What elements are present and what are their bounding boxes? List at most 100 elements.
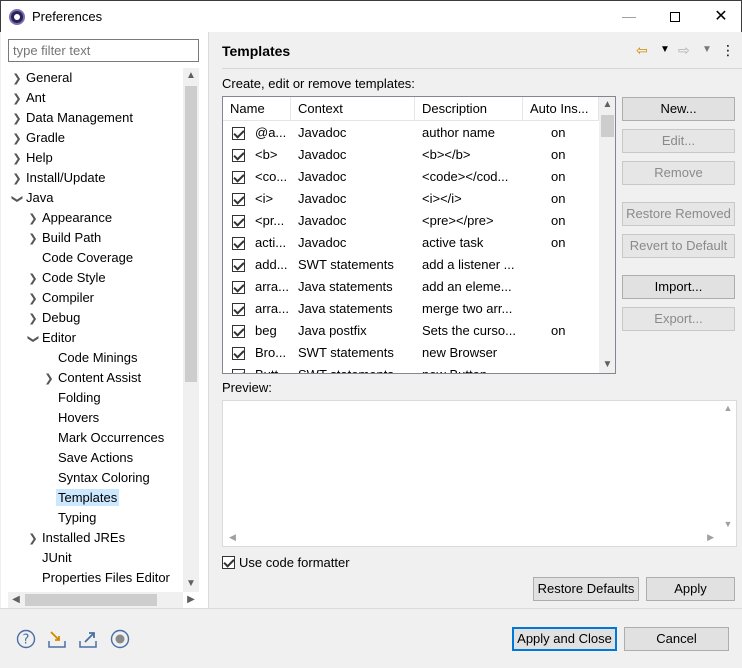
- tree-item[interactable]: ❯ Ant: [10, 88, 48, 108]
- tree-item[interactable]: Properties Files Editor: [26, 568, 172, 588]
- table-row[interactable]: beg Java postfix Sets the curso... on: [223, 320, 599, 342]
- record-icon[interactable]: [110, 629, 130, 649]
- chevron-right-icon[interactable]: ❯: [26, 529, 40, 549]
- chevron-down-icon[interactable]: ❯: [23, 332, 43, 346]
- import-button[interactable]: Import...: [622, 275, 735, 299]
- filter-input[interactable]: [8, 39, 199, 62]
- table-row[interactable]: Bro... SWT statements new Browser: [223, 342, 599, 364]
- chevron-right-icon[interactable]: ❯: [26, 229, 40, 249]
- column-name[interactable]: Name: [223, 97, 291, 121]
- tree-item[interactable]: ❯ Content Assist: [42, 368, 143, 388]
- tree-item[interactable]: Typing: [42, 508, 98, 528]
- cancel-button[interactable]: Cancel: [624, 627, 729, 651]
- checkbox-checked-icon[interactable]: [232, 237, 245, 250]
- scroll-up-arrow-icon[interactable]: ▲: [183, 68, 199, 84]
- checkbox-checked-icon[interactable]: [232, 127, 245, 140]
- scroll-left-arrow-icon[interactable]: ◀: [8, 592, 24, 608]
- scroll-up-arrow-icon[interactable]: ▲: [720, 403, 736, 413]
- table-vertical-scrollbar[interactable]: ▲ ▼: [599, 97, 615, 373]
- chevron-right-icon[interactable]: ❯: [26, 209, 40, 229]
- edit-template-button[interactable]: Edit...: [622, 129, 735, 153]
- table-row[interactable]: add... SWT statements add a listener ...: [223, 254, 599, 276]
- checkbox-checked-icon[interactable]: [232, 347, 245, 360]
- new-template-button[interactable]: New...: [622, 97, 735, 121]
- chevron-right-icon[interactable]: ❯: [10, 109, 24, 129]
- preview-vertical-scrollbar[interactable]: ▲ ▼: [720, 401, 736, 531]
- column-description[interactable]: Description: [415, 97, 523, 121]
- table-row[interactable]: <co... Javadoc <code></cod... on: [223, 166, 599, 188]
- tree-item[interactable]: Code Minings: [42, 348, 140, 368]
- export-icon[interactable]: [78, 629, 98, 649]
- table-row[interactable]: acti... Javadoc active task on: [223, 232, 599, 254]
- panel-divider[interactable]: [208, 32, 209, 608]
- table-row[interactable]: <pr... Javadoc <pre></pre> on: [223, 210, 599, 232]
- chevron-down-icon[interactable]: ❯: [8, 192, 27, 206]
- chevron-right-icon[interactable]: ❯: [10, 69, 24, 89]
- column-context[interactable]: Context: [291, 97, 415, 121]
- table-row[interactable]: arra... Java statements add an eleme...: [223, 276, 599, 298]
- tree-item[interactable]: ❯ Help: [10, 148, 55, 168]
- tree-item[interactable]: ❯ Debug: [26, 308, 82, 328]
- apply-button[interactable]: Apply: [646, 577, 735, 601]
- chevron-right-icon[interactable]: ❯: [26, 309, 40, 329]
- chevron-right-icon[interactable]: ❯: [10, 169, 24, 189]
- scroll-up-arrow-icon[interactable]: ▲: [599, 97, 615, 113]
- restore-defaults-button[interactable]: Restore Defaults: [533, 577, 639, 601]
- column-auto-insert[interactable]: Auto Ins...: [523, 97, 599, 121]
- chevron-right-icon[interactable]: ❯: [10, 89, 24, 109]
- chevron-right-icon[interactable]: ❯: [42, 369, 56, 389]
- tree-item[interactable]: ❯ Installed JREs: [26, 528, 127, 548]
- checkbox-checked-icon[interactable]: [232, 281, 245, 294]
- chevron-right-icon[interactable]: ❯: [26, 289, 40, 309]
- tree-item[interactable]: ❯ Install/Update: [10, 168, 108, 188]
- tree-item[interactable]: Save Actions: [42, 448, 135, 468]
- scroll-right-arrow-icon[interactable]: ▶: [183, 592, 199, 608]
- tree-item[interactable]: Code Coverage: [26, 248, 135, 268]
- maximize-button[interactable]: [652, 1, 698, 32]
- chevron-right-icon[interactable]: ❯: [10, 129, 24, 149]
- checkbox-checked-icon[interactable]: [232, 303, 245, 316]
- forward-dropdown-icon[interactable]: ▼: [702, 44, 712, 55]
- minimize-button[interactable]: —: [606, 1, 652, 32]
- tree-horizontal-scrollbar[interactable]: ◀ ▶: [8, 592, 195, 608]
- back-arrow-icon[interactable]: ⇦: [636, 42, 648, 59]
- forward-arrow-icon[interactable]: ⇨: [678, 42, 690, 59]
- tree-item[interactable]: Folding: [42, 388, 103, 408]
- scroll-thumb[interactable]: [601, 115, 614, 137]
- table-row[interactable]: <b> Javadoc <b></b> on: [223, 144, 599, 166]
- tree-item[interactable]: ❯ Editor: [26, 328, 78, 348]
- back-dropdown-icon[interactable]: ▼: [660, 44, 670, 55]
- table-row[interactable]: Butt...SWT statementsnew Button: [223, 364, 599, 373]
- checkbox-checked-icon[interactable]: [232, 171, 245, 184]
- checkbox-checked-icon[interactable]: [232, 369, 245, 373]
- tree-item[interactable]: Mark Occurrences: [42, 428, 166, 448]
- more-options-icon[interactable]: ⋮: [721, 42, 735, 59]
- scroll-down-arrow-icon[interactable]: ▼: [720, 519, 736, 529]
- scroll-right-arrow-icon[interactable]: ▶: [707, 532, 714, 543]
- tree-item[interactable]: ❯ Data Management: [10, 108, 135, 128]
- tree-item[interactable]: ❯ Java: [10, 188, 55, 208]
- scroll-thumb[interactable]: [185, 86, 197, 382]
- checkbox-checked-icon[interactable]: [232, 259, 245, 272]
- revert-to-default-button[interactable]: Revert to Default: [622, 234, 735, 258]
- tree-item[interactable]: Hovers: [42, 408, 101, 428]
- chevron-right-icon[interactable]: ❯: [26, 269, 40, 289]
- checkbox-checked-icon[interactable]: [232, 325, 245, 338]
- tree-item[interactable]: Syntax Coloring: [42, 468, 152, 488]
- scroll-down-arrow-icon[interactable]: ▼: [599, 357, 615, 373]
- tree-item[interactable]: ❯ General: [10, 68, 74, 88]
- restore-removed-button[interactable]: Restore Removed: [622, 202, 735, 226]
- preview-horizontal-scrollbar[interactable]: ◀ ▶: [223, 530, 720, 546]
- checkbox-checked-icon[interactable]: [232, 215, 245, 228]
- tree-vertical-scrollbar[interactable]: ▲ ▼: [183, 68, 199, 592]
- tree-item[interactable]: ❯ Build Path: [26, 228, 103, 248]
- close-button[interactable]: ✕: [698, 1, 742, 32]
- scroll-thumb[interactable]: [25, 594, 157, 606]
- scroll-left-arrow-icon[interactable]: ◀: [229, 532, 236, 543]
- table-row[interactable]: <i> Javadoc <i></i> on: [223, 188, 599, 210]
- scroll-down-arrow-icon[interactable]: ▼: [183, 576, 199, 592]
- tree-item[interactable]: JUnit: [26, 548, 74, 568]
- tree-item[interactable]: ❯ Compiler: [26, 288, 96, 308]
- table-row[interactable]: arra... Java statements merge two arr...: [223, 298, 599, 320]
- import-icon[interactable]: [47, 629, 67, 649]
